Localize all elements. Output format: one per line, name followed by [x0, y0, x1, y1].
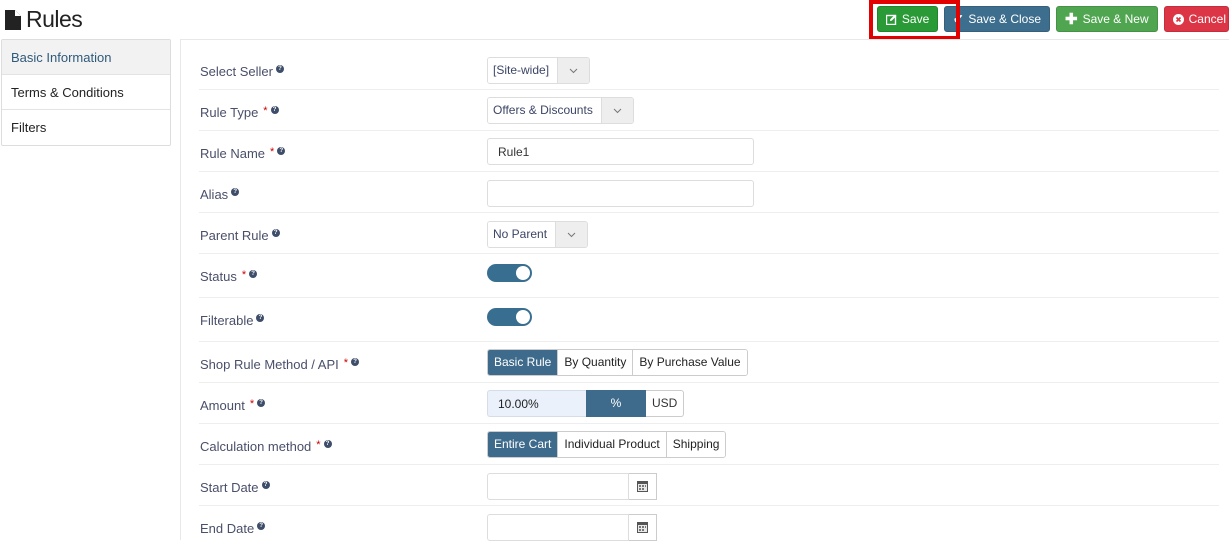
chevron-down-icon — [555, 222, 588, 247]
row-shop-rule-method: Shop Rule Method / API *? Basic Rule By Q… — [199, 342, 1219, 383]
sidebar-item-filters[interactable]: Filters — [2, 110, 170, 145]
amount-label: Amount *? — [200, 398, 266, 413]
help-icon[interactable]: ? — [323, 440, 332, 448]
save-new-button[interactable]: ✚ Save & New — [1056, 6, 1158, 32]
chevron-down-icon — [557, 58, 590, 83]
save-button[interactable]: Save — [876, 6, 939, 32]
method-option-by-purchase-value[interactable]: By Purchase Value — [632, 350, 747, 375]
sidebar-item-basic-information[interactable]: Basic Information — [2, 40, 170, 75]
method-option-basic-rule[interactable]: Basic Rule — [488, 350, 558, 375]
help-icon[interactable]: ? — [256, 314, 265, 322]
method-segmented-control: Basic Rule By Quantity By Purchase Value — [487, 349, 748, 376]
toggle-knob — [516, 266, 530, 280]
alias-input[interactable] — [487, 180, 754, 207]
help-icon[interactable]: ? — [261, 481, 270, 489]
row-select-seller: Select Seller? [Site-wide] — [199, 50, 1219, 90]
amount-group: % USD — [487, 390, 685, 417]
row-end-date: End Date? — [199, 506, 1219, 547]
row-status: Status *? — [199, 254, 1219, 298]
help-icon[interactable]: ? — [257, 522, 266, 530]
end-date-label: End Date? — [200, 521, 266, 536]
status-toggle[interactable] — [487, 264, 532, 282]
filterable-toggle[interactable] — [487, 308, 532, 326]
calc-label: Calculation method *? — [200, 439, 332, 454]
page-title-text: Rules — [26, 6, 83, 32]
edit-icon — [885, 14, 897, 25]
help-icon[interactable]: ? — [271, 229, 280, 237]
page-title: Rules — [4, 6, 83, 33]
row-rule-name: Rule Name *? — [199, 131, 1219, 172]
row-filterable: Filterable? — [199, 298, 1219, 342]
help-icon[interactable]: ? — [270, 106, 279, 114]
seller-label: Select Seller? — [200, 64, 284, 79]
chevron-down-icon — [600, 98, 633, 123]
rule-type-select[interactable]: Offers & Discounts — [487, 97, 634, 124]
save-close-button[interactable]: ✔ Save & Close — [944, 6, 1051, 32]
sidebar: Basic Information Terms & Conditions Fil… — [1, 39, 171, 146]
close-circle-icon — [1172, 13, 1184, 25]
file-icon — [5, 9, 21, 30]
help-icon[interactable]: ? — [351, 358, 360, 366]
row-rule-type: Rule Type *? Offers & Discounts — [199, 90, 1219, 131]
unit-percent-button[interactable]: % — [586, 390, 646, 417]
help-icon[interactable]: ? — [275, 65, 284, 73]
check-icon: ✔ — [953, 12, 964, 26]
help-icon[interactable]: ? — [277, 147, 286, 155]
start-date-group — [487, 473, 657, 500]
parent-rule-label: Parent Rule? — [200, 228, 280, 243]
parent-rule-select[interactable]: No Parent — [487, 221, 589, 248]
status-label: Status *? — [200, 269, 258, 284]
row-alias: Alias? — [199, 172, 1219, 213]
method-option-by-quantity[interactable]: By Quantity — [557, 350, 633, 375]
method-label: Shop Rule Method / API *? — [200, 357, 360, 372]
calendar-icon[interactable] — [629, 514, 657, 541]
start-date-label: Start Date? — [200, 480, 270, 495]
filterable-label: Filterable? — [200, 313, 265, 328]
calc-option-shipping[interactable]: Shipping — [665, 432, 726, 457]
help-icon[interactable]: ? — [231, 188, 240, 196]
calc-option-individual-product[interactable]: Individual Product — [557, 432, 666, 457]
end-date-group — [487, 514, 657, 541]
form-panel: Select Seller? [Site-wide] Rule Type *? O… — [180, 40, 1229, 541]
plus-icon: ✚ — [1065, 11, 1078, 28]
toolbar: Save ✔ Save & Close ✚ Save & New Cancel — [876, 6, 1229, 32]
toggle-knob — [516, 310, 530, 324]
help-icon[interactable]: ? — [249, 270, 258, 278]
rule-type-label: Rule Type *? — [200, 105, 279, 120]
calc-option-entire-cart[interactable]: Entire Cart — [488, 432, 558, 457]
sidebar-item-terms-conditions[interactable]: Terms & Conditions — [2, 75, 170, 110]
rule-name-input[interactable] — [487, 138, 754, 165]
seller-select[interactable]: [Site-wide] — [487, 57, 591, 84]
rule-name-label: Rule Name *? — [200, 146, 286, 161]
help-icon[interactable]: ? — [257, 399, 266, 407]
cancel-button[interactable]: Cancel — [1163, 6, 1229, 32]
alias-label: Alias? — [200, 187, 240, 202]
row-parent-rule: Parent Rule? No Parent — [199, 213, 1219, 254]
row-start-date: Start Date? — [199, 465, 1219, 506]
calendar-icon[interactable] — [629, 473, 657, 500]
row-amount: Amount*? % USD — [199, 383, 1219, 424]
unit-usd-button[interactable]: USD — [646, 390, 685, 417]
row-calculation-method: Calculation method *? Entire Cart Individ… — [199, 424, 1219, 465]
start-date-input[interactable] — [487, 473, 629, 500]
amount-input[interactable] — [487, 390, 586, 417]
calc-segmented-control: Entire Cart Individual Product Shipping — [487, 431, 727, 458]
end-date-input[interactable] — [487, 514, 629, 541]
